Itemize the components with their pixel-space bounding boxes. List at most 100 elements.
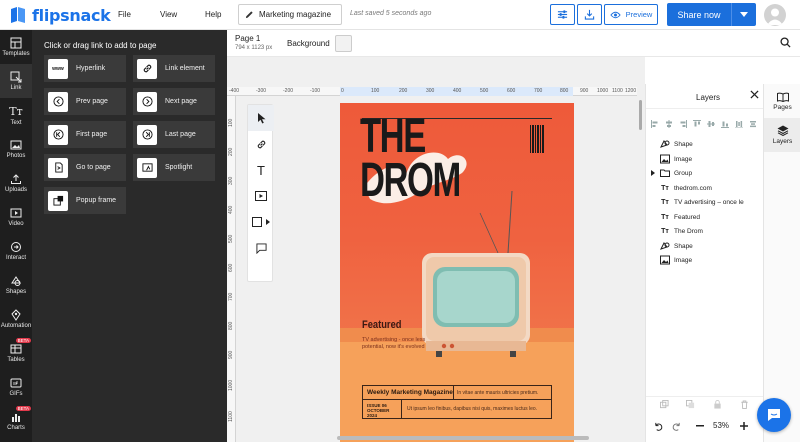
expand-caret[interactable] — [646, 170, 660, 176]
shape-tool[interactable] — [248, 209, 274, 235]
share-button[interactable]: Share now — [667, 3, 756, 26]
text-layer-icon: Tт — [661, 227, 669, 235]
layer-name: Shape — [674, 242, 693, 250]
undo-icon[interactable] — [654, 422, 663, 431]
distribute-vertical-icon[interactable] — [735, 120, 743, 128]
distribute-horizontal-icon[interactable] — [749, 120, 757, 128]
video-tool[interactable] — [248, 183, 274, 209]
horizontal-scrollbar[interactable] — [337, 436, 589, 440]
link-go-to-page[interactable]: Go to page — [44, 154, 126, 181]
tab-pages[interactable]: Pages — [764, 84, 800, 118]
sidebar-item-label: Tables — [7, 357, 25, 363]
layer-item-image[interactable]: Image — [646, 152, 764, 166]
sidebar-item-uploads[interactable]: Uploads — [0, 166, 32, 200]
layer-item-shape[interactable]: Shape — [646, 137, 764, 151]
select-tool[interactable] — [248, 105, 274, 131]
magazine-page[interactable]: THE DROM Featured TV advertising - once … — [340, 103, 574, 442]
vertical-scrollbar[interactable] — [639, 100, 642, 130]
background-color-swatch[interactable] — [335, 35, 352, 52]
chevron-right-icon — [266, 219, 270, 225]
page-name: Page 1 — [235, 34, 261, 43]
sidebar-item-automation[interactable]: Automation — [0, 302, 32, 336]
sidebar-item-label: GIFs — [9, 391, 23, 397]
layer-item-text[interactable]: Tт The Drom — [646, 224, 764, 238]
tab-layers[interactable]: Layers — [764, 118, 800, 152]
sidebar-item-templates[interactable]: Templates — [0, 30, 32, 64]
lock-icon[interactable] — [713, 400, 722, 409]
link-next-page[interactable]: Next page — [133, 88, 215, 115]
trash-icon[interactable] — [740, 400, 749, 409]
link-spotlight[interactable]: Spotlight — [133, 154, 215, 181]
cover-featured-heading: Featured — [362, 319, 402, 331]
avatar[interactable] — [764, 4, 786, 26]
menu-file[interactable]: File — [118, 10, 131, 19]
cover-footer-box: Weekly Marketing Magazine In vitae ante … — [362, 385, 552, 419]
align-left-icon[interactable] — [651, 120, 659, 128]
text-layer-icon: Tт — [661, 184, 669, 192]
link-prev-page[interactable]: Prev page — [44, 88, 126, 115]
align-bottom-icon[interactable] — [721, 120, 729, 128]
save-status: Last saved 5 seconds ago — [350, 10, 432, 17]
layer-name: Featured — [674, 213, 701, 221]
sidebar-item-video[interactable]: Video — [0, 200, 32, 234]
left-sidebar: Templates Link Tт Text Photos Uploads Vi… — [0, 30, 32, 442]
sidebar-item-label: Uploads — [4, 187, 27, 193]
sidebar-item-interact[interactable]: Interact — [0, 234, 32, 268]
layer-item-text[interactable]: Tт thedrom.com — [646, 181, 764, 195]
close-button[interactable] — [750, 90, 759, 101]
interact-icon — [11, 242, 21, 252]
zoom-out-icon[interactable] — [696, 425, 704, 427]
link-element[interactable]: Link element — [133, 55, 215, 82]
align-right-icon[interactable] — [679, 120, 687, 128]
ruler-tick: 800 — [560, 88, 569, 94]
background-label: Background — [287, 39, 330, 48]
comment-tool[interactable] — [248, 235, 274, 261]
ruler-tick: 0 — [341, 88, 344, 94]
sidebar-item-shapes[interactable]: Shapes — [0, 268, 32, 302]
redo-icon[interactable] — [672, 422, 681, 431]
sidebar-item-photos[interactable]: Photos — [0, 132, 32, 166]
sidebar-item-charts[interactable]: BETA Charts — [0, 404, 32, 438]
sidebar-item-tables[interactable]: BETA Tables — [0, 336, 32, 370]
align-middle-icon[interactable] — [707, 120, 715, 128]
link-hyperlink[interactable]: www Hyperlink — [44, 55, 126, 82]
link-label: Popup frame — [76, 197, 117, 204]
zoom-level[interactable]: 53% — [713, 421, 729, 430]
link-popup-frame[interactable]: Popup frame — [44, 187, 126, 214]
align-top-icon[interactable] — [693, 120, 701, 128]
layer-item-group[interactable]: Group — [646, 166, 764, 180]
editor-canvas[interactable]: -400 -300 -200 -100 0 100 200 300 400 50… — [227, 57, 645, 442]
menu-help[interactable]: Help — [205, 10, 221, 19]
ruler-tick: 1200 — [625, 88, 637, 94]
settings-sliders-button[interactable] — [550, 4, 575, 25]
layer-item-image[interactable]: Image — [646, 253, 764, 267]
layer-item-shape[interactable]: Shape — [646, 239, 764, 253]
layer-name: Image — [674, 155, 693, 163]
support-chat-button[interactable] — [757, 398, 791, 432]
menu-view[interactable]: View — [160, 10, 177, 19]
link-icon — [257, 140, 265, 148]
share-dropdown[interactable] — [732, 12, 756, 17]
document-title-field[interactable]: Marketing magazine — [238, 4, 342, 25]
zoom-in-icon[interactable] — [740, 422, 748, 430]
preview-button[interactable]: Preview — [604, 4, 658, 25]
download-button[interactable] — [577, 4, 602, 25]
duplicate-icon[interactable] — [660, 400, 669, 409]
align-center-icon[interactable] — [665, 120, 673, 128]
link-last-page[interactable]: Last page — [133, 121, 215, 148]
layer-item-text[interactable]: Tт TV advertising – once le — [646, 195, 764, 209]
prev-page-icon — [48, 91, 68, 112]
text-tool[interactable]: T — [248, 157, 274, 183]
copy-icon[interactable] — [686, 400, 695, 409]
sidebar-item-text[interactable]: Tт Text — [0, 98, 32, 132]
layer-item-text[interactable]: Tт Featured — [646, 210, 764, 224]
sidebar-item-link[interactable]: Link — [0, 64, 32, 98]
search-button[interactable] — [780, 37, 791, 50]
sidebar-item-gifs[interactable]: GIFs — [0, 370, 32, 404]
logo[interactable]: flipsnack — [8, 5, 111, 25]
link-first-page[interactable]: First page — [44, 121, 126, 148]
text-layer-icon: Tт — [661, 213, 669, 221]
link-tool[interactable] — [248, 131, 274, 157]
folder-icon — [660, 169, 670, 177]
share-label: Share now — [677, 9, 721, 20]
